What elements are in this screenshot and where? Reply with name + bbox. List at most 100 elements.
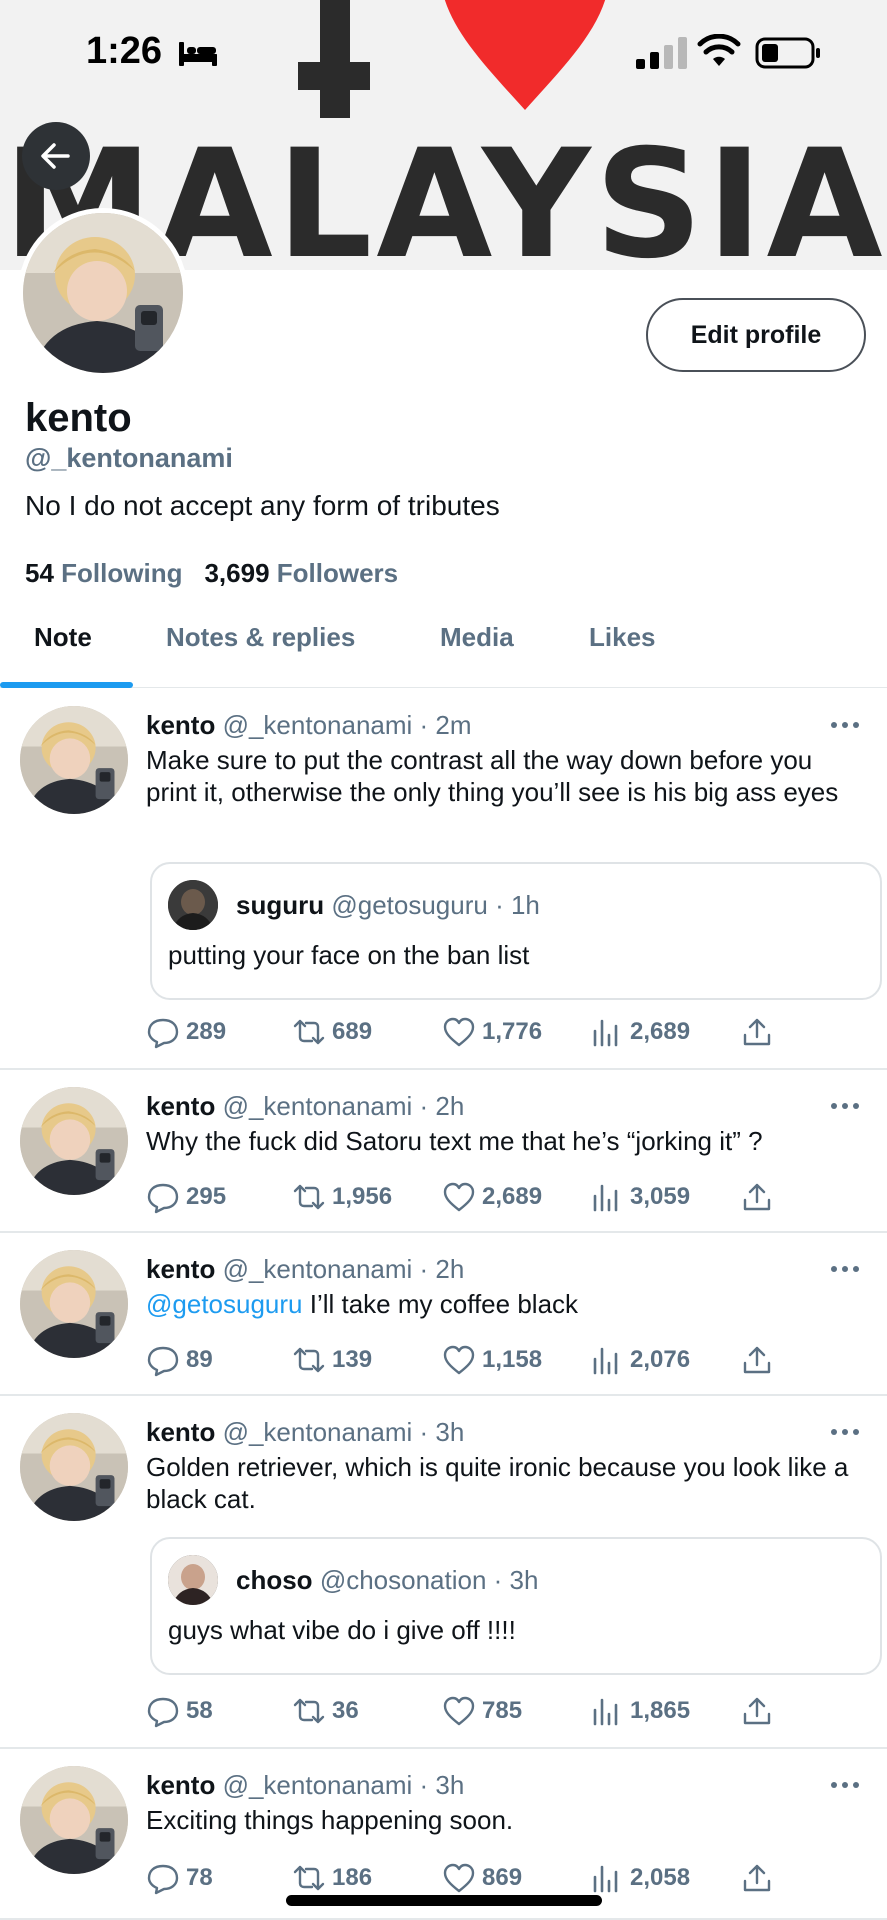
tweet-author-avatar[interactable] <box>20 1766 128 1874</box>
avatar <box>20 1766 128 1874</box>
retweet-icon <box>293 1698 325 1724</box>
tweet-author-name[interactable]: kento <box>146 1254 215 1284</box>
like-count: 1,776 <box>482 1018 543 1045</box>
views-button[interactable]: 2,058 <box>590 1858 690 1898</box>
share-button[interactable] <box>740 1340 780 1380</box>
profile-bio: No I do not accept any form of tributes <box>25 490 500 521</box>
views-button[interactable]: 2,076 <box>590 1340 690 1380</box>
tweet-meta: @_kentonanami · 2h <box>222 1091 465 1121</box>
tweet-text-content: I’ll take my coffee black <box>302 1289 579 1319</box>
profile-stats: 54 Following 3,699 Followers <box>25 558 398 589</box>
tweet-actions: 89 139 1,158 2,076 <box>146 1340 776 1380</box>
like-button[interactable]: 1,158 <box>442 1340 542 1380</box>
tweet-author-avatar[interactable] <box>20 1413 128 1521</box>
following-link[interactable]: 54 Following <box>25 558 182 588</box>
reply-count: 58 <box>186 1697 213 1724</box>
retweet-button[interactable]: 186 <box>292 1858 372 1898</box>
edit-profile-button[interactable]: Edit profile <box>646 298 866 372</box>
reply-icon <box>147 1697 179 1728</box>
reply-count: 295 <box>186 1183 227 1210</box>
tweet-text-content: Make sure to put the contrast all the wa… <box>146 745 839 807</box>
tweet-author-avatar[interactable] <box>20 706 128 814</box>
retweet-count: 689 <box>332 1018 373 1045</box>
views-icon <box>593 1019 618 1047</box>
more-options-icon[interactable] <box>830 1780 860 1790</box>
views-button[interactable]: 3,059 <box>590 1177 690 1217</box>
tweet[interactable]: kento @_kentonanami · 3h Golden retrieve… <box>0 1397 887 1749</box>
reply-count: 89 <box>186 1346 213 1373</box>
like-button[interactable]: 869 <box>442 1858 522 1898</box>
retweet-count: 139 <box>332 1346 373 1373</box>
retweet-button[interactable]: 689 <box>292 1012 372 1052</box>
views-count: 2,058 <box>630 1864 691 1891</box>
tweet-text: Why the fuck did Satoru text me that he’… <box>146 1125 866 1157</box>
like-button[interactable]: 1,776 <box>442 1012 542 1052</box>
profile-tabs: Note Notes & replies Media Likes <box>0 600 887 688</box>
tweet-text: Make sure to put the contrast all the wa… <box>146 744 866 808</box>
reply-button[interactable]: 289 <box>146 1012 226 1052</box>
share-button[interactable] <box>740 1177 780 1217</box>
quoted-meta: @chosonation · 3h <box>319 1565 539 1595</box>
tweet-actions: 78 186 869 2,058 <box>146 1858 776 1898</box>
tweet[interactable]: kento @_kentonanami · 2h Why the fuck di… <box>0 1071 887 1233</box>
retweet-icon <box>293 1347 325 1373</box>
tweet-author-name[interactable]: kento <box>146 710 215 740</box>
tweet-meta: @_kentonanami · 3h <box>222 1417 465 1447</box>
reply-button[interactable]: 58 <box>146 1691 213 1731</box>
heart-outline-icon <box>443 1182 475 1212</box>
share-button[interactable] <box>740 1691 780 1731</box>
share-button[interactable] <box>740 1012 780 1052</box>
views-icon <box>593 1865 618 1893</box>
views-button[interactable]: 2,689 <box>590 1012 690 1052</box>
tweet-header: kento @_kentonanami · 3h <box>146 1417 464 1448</box>
reply-button[interactable]: 295 <box>146 1177 226 1217</box>
tab-notes-and-replies[interactable]: Notes & replies <box>166 622 355 653</box>
mention-link[interactable]: @getosuguru <box>146 1289 303 1319</box>
quoted-meta: @getosuguru · 1h <box>331 890 540 920</box>
more-options-icon[interactable] <box>830 720 860 730</box>
retweet-button[interactable]: 1,956 <box>292 1177 392 1217</box>
share-button[interactable] <box>740 1858 780 1898</box>
views-count: 2,076 <box>630 1346 691 1373</box>
followers-link[interactable]: 3,699 Followers <box>204 558 398 588</box>
tweet-author-avatar[interactable] <box>20 1250 128 1358</box>
profile-avatar[interactable] <box>18 208 188 378</box>
reply-icon <box>147 1346 179 1377</box>
retweet-icon <box>293 1865 325 1891</box>
signal-icon <box>636 37 687 69</box>
tweet-author-avatar[interactable] <box>20 1087 128 1195</box>
heart-outline-icon <box>443 1345 475 1375</box>
reply-button[interactable]: 78 <box>146 1858 213 1898</box>
retweet-button[interactable]: 36 <box>292 1691 359 1731</box>
views-count: 2,689 <box>630 1018 691 1045</box>
more-options-icon[interactable] <box>830 1264 860 1274</box>
following-count: 54 <box>25 558 54 588</box>
like-button[interactable]: 785 <box>442 1691 522 1731</box>
retweet-count: 1,956 <box>332 1183 393 1210</box>
tweet[interactable]: kento @_kentonanami · 2m Make sure to pu… <box>0 690 887 1070</box>
back-button[interactable] <box>22 122 90 190</box>
tab-note[interactable]: Note <box>34 622 92 653</box>
home-indicator[interactable] <box>286 1895 602 1906</box>
tweet-author-name[interactable]: kento <box>146 1770 215 1800</box>
reply-button[interactable]: 89 <box>146 1340 213 1380</box>
like-button[interactable]: 2,689 <box>442 1177 542 1217</box>
views-button[interactable]: 1,865 <box>590 1691 690 1731</box>
tweet-header: kento @_kentonanami · 3h <box>146 1770 464 1801</box>
tab-likes[interactable]: Likes <box>589 622 656 653</box>
heart-outline-icon <box>443 1696 475 1726</box>
retweet-button[interactable]: 139 <box>292 1340 372 1380</box>
following-label: Following <box>61 558 183 588</box>
tweet-author-name[interactable]: kento <box>146 1091 215 1121</box>
quoted-tweet[interactable]: choso @chosonation · 3h guys what vibe d… <box>150 1537 882 1675</box>
more-options-icon[interactable] <box>830 1427 860 1437</box>
tweet-text-content: Why the fuck did Satoru text me that he’… <box>146 1126 763 1156</box>
quoted-text: guys what vibe do i give off !!!! <box>168 1615 516 1645</box>
tweet-author-name[interactable]: kento <box>146 1417 215 1447</box>
quoted-tweet[interactable]: suguru @getosuguru · 1h putting your fac… <box>150 862 882 1000</box>
quoted-text: putting your face on the ban list <box>168 940 530 970</box>
tab-media[interactable]: Media <box>440 622 514 653</box>
tweet[interactable]: kento @_kentonanami · 2h @getosuguru I’l… <box>0 1234 887 1396</box>
wifi-icon <box>697 34 741 66</box>
more-options-icon[interactable] <box>830 1101 860 1111</box>
